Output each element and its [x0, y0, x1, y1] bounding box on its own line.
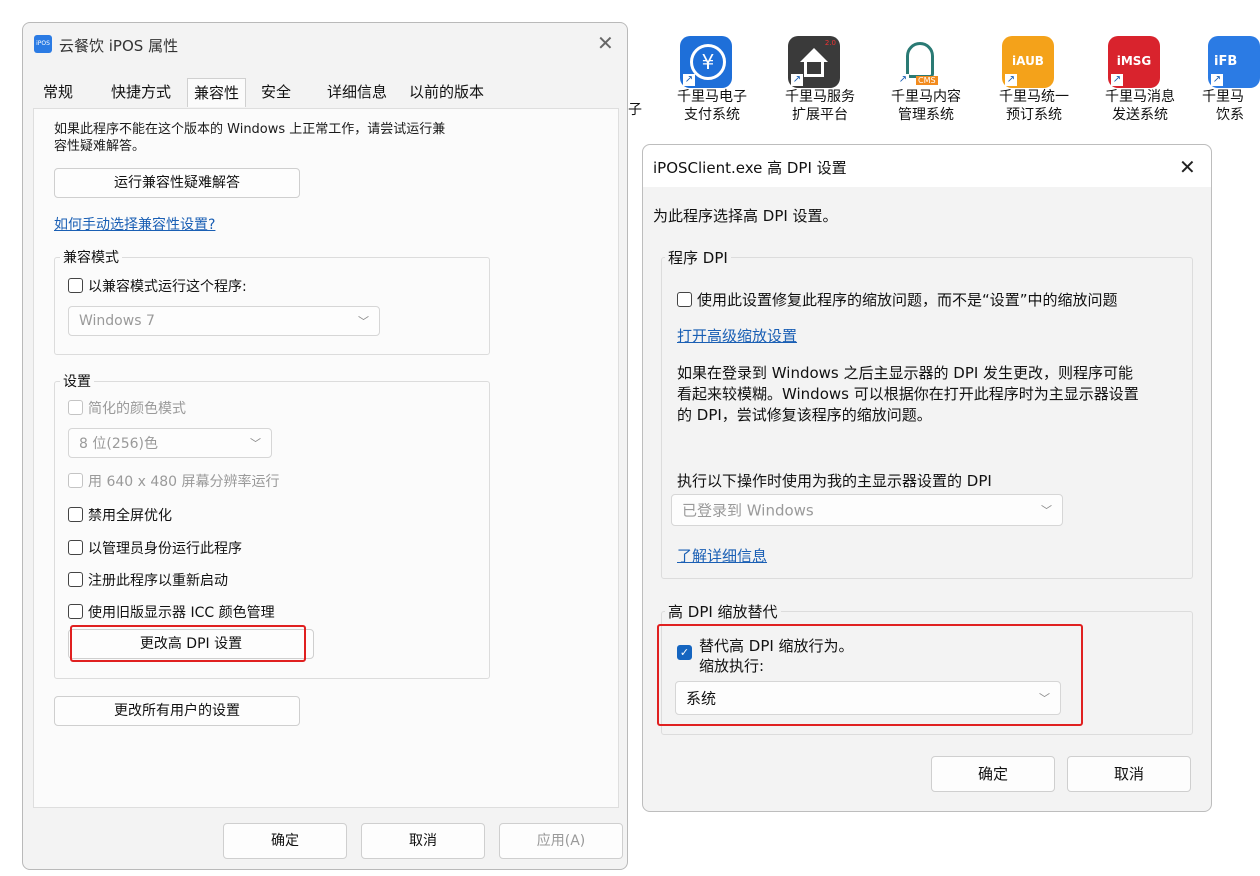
- dpi-description: 如果在登录到 Windows 之后主显示器的 DPI 发生更改，则程序可能 看起…: [677, 364, 1139, 424]
- yuan-icon: ¥ ↗: [680, 36, 732, 88]
- change-all-users-button[interactable]: 更改所有用户的设置: [54, 696, 300, 726]
- run-troubleshooter-button[interactable]: 运行兼容性疑难解答: [54, 168, 300, 198]
- high-dpi-dialog: iPOSClient.exe 高 DPI 设置 ✕ 为此程序选择高 DPI 设置…: [642, 144, 1212, 812]
- disable-fullscreen-label: 禁用全屏优化: [88, 508, 172, 524]
- settings-label: 设置: [60, 371, 94, 391]
- ifb-icon: iFB ↗: [1208, 36, 1260, 88]
- register-restart-label: 注册此程序以重新启动: [88, 573, 228, 589]
- override-label: 高 DPI 缩放替代: [665, 601, 781, 622]
- shortcut-arrow-icon: ↗: [1111, 74, 1123, 86]
- advanced-scaling-link[interactable]: 打开高级缩放设置: [677, 325, 797, 346]
- legacy-icc-label: 使用旧版显示器 ICC 颜色管理: [88, 605, 275, 621]
- shortcut-arrow-icon: ↗: [683, 74, 695, 86]
- desktop-icon-payment[interactable]: ¥ ↗ 千里马电子 支付系统: [672, 36, 752, 124]
- apply-button[interactable]: 应用(A): [499, 823, 623, 859]
- desktop-icon-service[interactable]: 2.0 ↗ 千里马服务 扩展平台: [780, 36, 860, 124]
- disable-fullscreen-checkbox[interactable]: [68, 507, 83, 522]
- dpi-dialog-title: iPOSClient.exe 高 DPI 设置: [653, 159, 847, 177]
- ipos-app-icon: iPOS: [34, 35, 52, 53]
- fix-scaling-checkbox[interactable]: [677, 292, 692, 307]
- iaub-icon: iAUB ↗: [1002, 36, 1054, 88]
- tab-details[interactable]: 详细信息: [321, 78, 393, 106]
- chevron-down-icon: ﹀: [358, 315, 369, 328]
- program-dpi-label: 程序 DPI: [665, 247, 731, 268]
- run-admin-label: 以管理员身份运行此程序: [88, 541, 242, 557]
- dpi-ok-button[interactable]: 确定: [931, 756, 1055, 792]
- register-restart-checkbox[interactable]: [68, 572, 83, 587]
- fix-scaling-label: 使用此设置修复此程序的缩放问题，而不是“设置”中的缩放问题: [697, 291, 1118, 309]
- reduced-color-checkbox[interactable]: [68, 400, 83, 415]
- close-icon[interactable]: ✕: [1179, 157, 1196, 177]
- cancel-button[interactable]: 取消: [361, 823, 485, 859]
- tab-general[interactable]: 常规: [37, 78, 79, 106]
- properties-dialog: iPOS 云餐饮 iPOS 属性 ✕ 常规 快捷方式 兼容性 安全 详细信息 以…: [22, 22, 628, 870]
- chevron-down-icon: ﹀: [250, 437, 261, 450]
- tab-security[interactable]: 安全: [255, 78, 297, 106]
- use-dpi-label: 执行以下操作时使用为我的主显示器设置的 DPI: [677, 472, 992, 490]
- tab-previous-versions[interactable]: 以前的版本: [403, 78, 490, 106]
- shortcut-arrow-icon: ↗: [897, 74, 909, 86]
- res-640-checkbox[interactable]: [68, 473, 83, 488]
- learn-more-link[interactable]: 了解详细信息: [677, 545, 767, 566]
- house-icon: 2.0 ↗: [788, 36, 840, 88]
- compat-mode-label: 兼容模式: [60, 247, 122, 267]
- compatibility-panel: 如果此程序不能在这个版本的 Windows 上正常工作，请尝试运行兼 容性疑难解…: [33, 108, 619, 808]
- run-admin-checkbox[interactable]: [68, 540, 83, 555]
- manual-settings-link[interactable]: 如何手动选择兼容性设置?: [54, 214, 215, 234]
- horse-icon: CMS ↗: [894, 36, 946, 88]
- tab-shortcut[interactable]: 快捷方式: [105, 78, 177, 106]
- shortcut-arrow-icon: ↗: [791, 74, 803, 86]
- compat-mode-checkbox-label: 以兼容模式运行这个程序:: [88, 279, 247, 295]
- dpi-cancel-button[interactable]: 取消: [1067, 756, 1191, 792]
- desktop-icon-ifb[interactable]: iFB ↗ 千里马 饮系: [1200, 36, 1260, 124]
- chevron-down-icon: ﹀: [1041, 504, 1052, 517]
- shortcut-arrow-icon: ↗: [1005, 74, 1017, 86]
- partial-desktop-label: 子: [628, 102, 642, 118]
- color-depth-select[interactable]: 8 位(256)色 ﹀: [68, 428, 272, 458]
- os-select[interactable]: Windows 7 ﹀: [68, 306, 380, 336]
- highlight-box: [657, 624, 1083, 726]
- ok-button[interactable]: 确定: [223, 823, 347, 859]
- highlight-box: [70, 625, 306, 662]
- compat-mode-checkbox[interactable]: [68, 278, 83, 293]
- imsg-icon: iMSG ↗: [1108, 36, 1160, 88]
- desktop-icon-iaub[interactable]: iAUB ↗ 千里马统一 预订系统: [994, 36, 1074, 124]
- reduced-color-label: 简化的颜色模式: [88, 401, 186, 417]
- desktop-icon-cms[interactable]: CMS ↗ 千里马内容 管理系统: [886, 36, 966, 124]
- dpi-heading: 为此程序选择高 DPI 设置。: [653, 207, 838, 225]
- close-icon[interactable]: ✕: [597, 33, 614, 53]
- dialog-title: 云餐饮 iPOS 属性: [59, 37, 179, 55]
- use-dpi-select[interactable]: 已登录到 Windows ﹀: [671, 494, 1063, 526]
- desktop-icon-imsg[interactable]: iMSG ↗ 千里马消息 发送系统: [1100, 36, 1180, 124]
- legacy-icc-checkbox[interactable]: [68, 604, 83, 619]
- shortcut-arrow-icon: ↗: [1211, 74, 1223, 86]
- tab-compatibility[interactable]: 兼容性: [187, 78, 247, 107]
- res-640-label: 用 640 x 480 屏幕分辨率运行: [88, 474, 280, 490]
- intro-text: 如果此程序不能在这个版本的 Windows 上正常工作，请尝试运行兼 容性疑难解…: [54, 122, 446, 154]
